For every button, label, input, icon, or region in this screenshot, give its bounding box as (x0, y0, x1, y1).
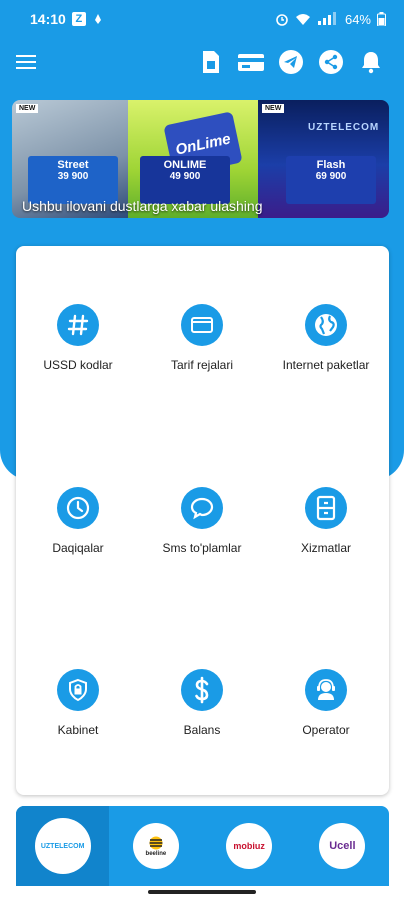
menu-item-label: Balans (183, 723, 221, 737)
plan-name: ONLIME (163, 159, 207, 171)
status-bar: 14:10 Z 64% (0, 0, 404, 38)
plan-card: ONLIME 49 900 (140, 156, 230, 204)
operator-ucell[interactable]: Ucell (296, 806, 389, 886)
beeline-label: beeline (145, 850, 167, 857)
menu-item-label: Daqiqalar (52, 541, 104, 555)
globe-icon (305, 304, 347, 346)
headset-operator-icon (305, 669, 347, 711)
brand-label: UZTELECOM (308, 122, 380, 133)
mobiuz-logo: mobiuz (226, 823, 273, 869)
ucell-logo: Ucell (319, 823, 366, 869)
new-tag: NEW (16, 104, 39, 113)
operator-selector: UZTELECOM beeline mobiuz Ucell (16, 806, 389, 886)
app-toolbar (0, 38, 404, 86)
operator-beeline[interactable]: beeline (109, 806, 202, 886)
plan-name: Street (57, 159, 89, 171)
wifi-icon (295, 14, 310, 25)
menu-item-tariffs[interactable]: Tarif rejalari (140, 304, 264, 372)
menu-item-sms[interactable]: Sms to'plamlar (140, 487, 264, 555)
menu-item-label: Sms to'plamlar (162, 541, 242, 555)
cabinet-icon (305, 487, 347, 529)
plan-card: Street 39 900 (28, 156, 118, 204)
signal-icon (317, 12, 336, 25)
notification-z-icon: Z (71, 12, 86, 26)
lock-shield-icon (57, 669, 99, 711)
banner-caption: Ushbu ilovani dustlarga xabar ulashing (22, 198, 263, 214)
operator-mobiuz[interactable]: mobiuz (203, 806, 296, 886)
menu-item-operator[interactable]: Operator (264, 669, 388, 737)
menu-item-label: USSD kodlar (43, 358, 113, 372)
dollar-icon (181, 669, 223, 711)
promo-banner[interactable]: NEW Street 39 900 OnLime ONLIME 49 900 N… (12, 100, 389, 218)
menu-item-minutes[interactable]: Daqiqalar (16, 487, 140, 555)
menu-item-label: Xizmatlar (300, 541, 351, 555)
operator-uztelecom[interactable]: UZTELECOM (16, 806, 110, 886)
home-indicator[interactable] (148, 890, 256, 894)
menu-item-internet[interactable]: Internet paketlar (264, 304, 388, 372)
status-time: 14:10 (30, 11, 66, 27)
plan-price: 39 900 (57, 171, 89, 182)
plan-price: 69 900 (315, 171, 347, 182)
sim-card-icon[interactable] (194, 45, 228, 79)
menu-item-label: Operator (302, 723, 350, 737)
plan-price: 49 900 (169, 171, 201, 182)
notification-small-icon (94, 14, 101, 24)
new-tag: NEW (262, 104, 285, 113)
card-icon (181, 304, 223, 346)
menu-item-label: Tarif rejalari (170, 358, 233, 372)
beeline-logo: beeline (132, 823, 179, 869)
hash-icon (57, 304, 99, 346)
bell-icon[interactable] (354, 45, 388, 79)
chat-bubble-icon (181, 487, 223, 529)
uztelecom-logo: UZTELECOM (34, 818, 91, 874)
menu-item-label: Internet paketlar (282, 358, 370, 372)
plan-name: Flash (316, 159, 346, 171)
menu-item-label: Kabinet (57, 723, 99, 737)
battery-icon (377, 12, 386, 26)
menu-item-ussd[interactable]: USSD kodlar (16, 304, 140, 372)
share-icon[interactable] (314, 45, 348, 79)
menu-item-cabinet[interactable]: Kabinet (16, 669, 140, 737)
menu-item-services[interactable]: Xizmatlar (264, 487, 388, 555)
clock-icon (57, 487, 99, 529)
menu-grid: USSD kodlar Tarif rejalari Internet pake… (16, 246, 389, 795)
tariff-card-icon[interactable] (234, 45, 268, 79)
banner-slide-flash: NEW UZTELECOM Flash 69 900 (258, 100, 389, 218)
menu-item-balance[interactable]: Balans (140, 669, 264, 737)
battery-percent: 64% (344, 11, 371, 27)
alarm-icon (276, 14, 288, 26)
plan-card: Flash 69 900 (286, 156, 376, 204)
menu-icon[interactable] (16, 50, 40, 74)
telegram-icon[interactable] (274, 45, 308, 79)
